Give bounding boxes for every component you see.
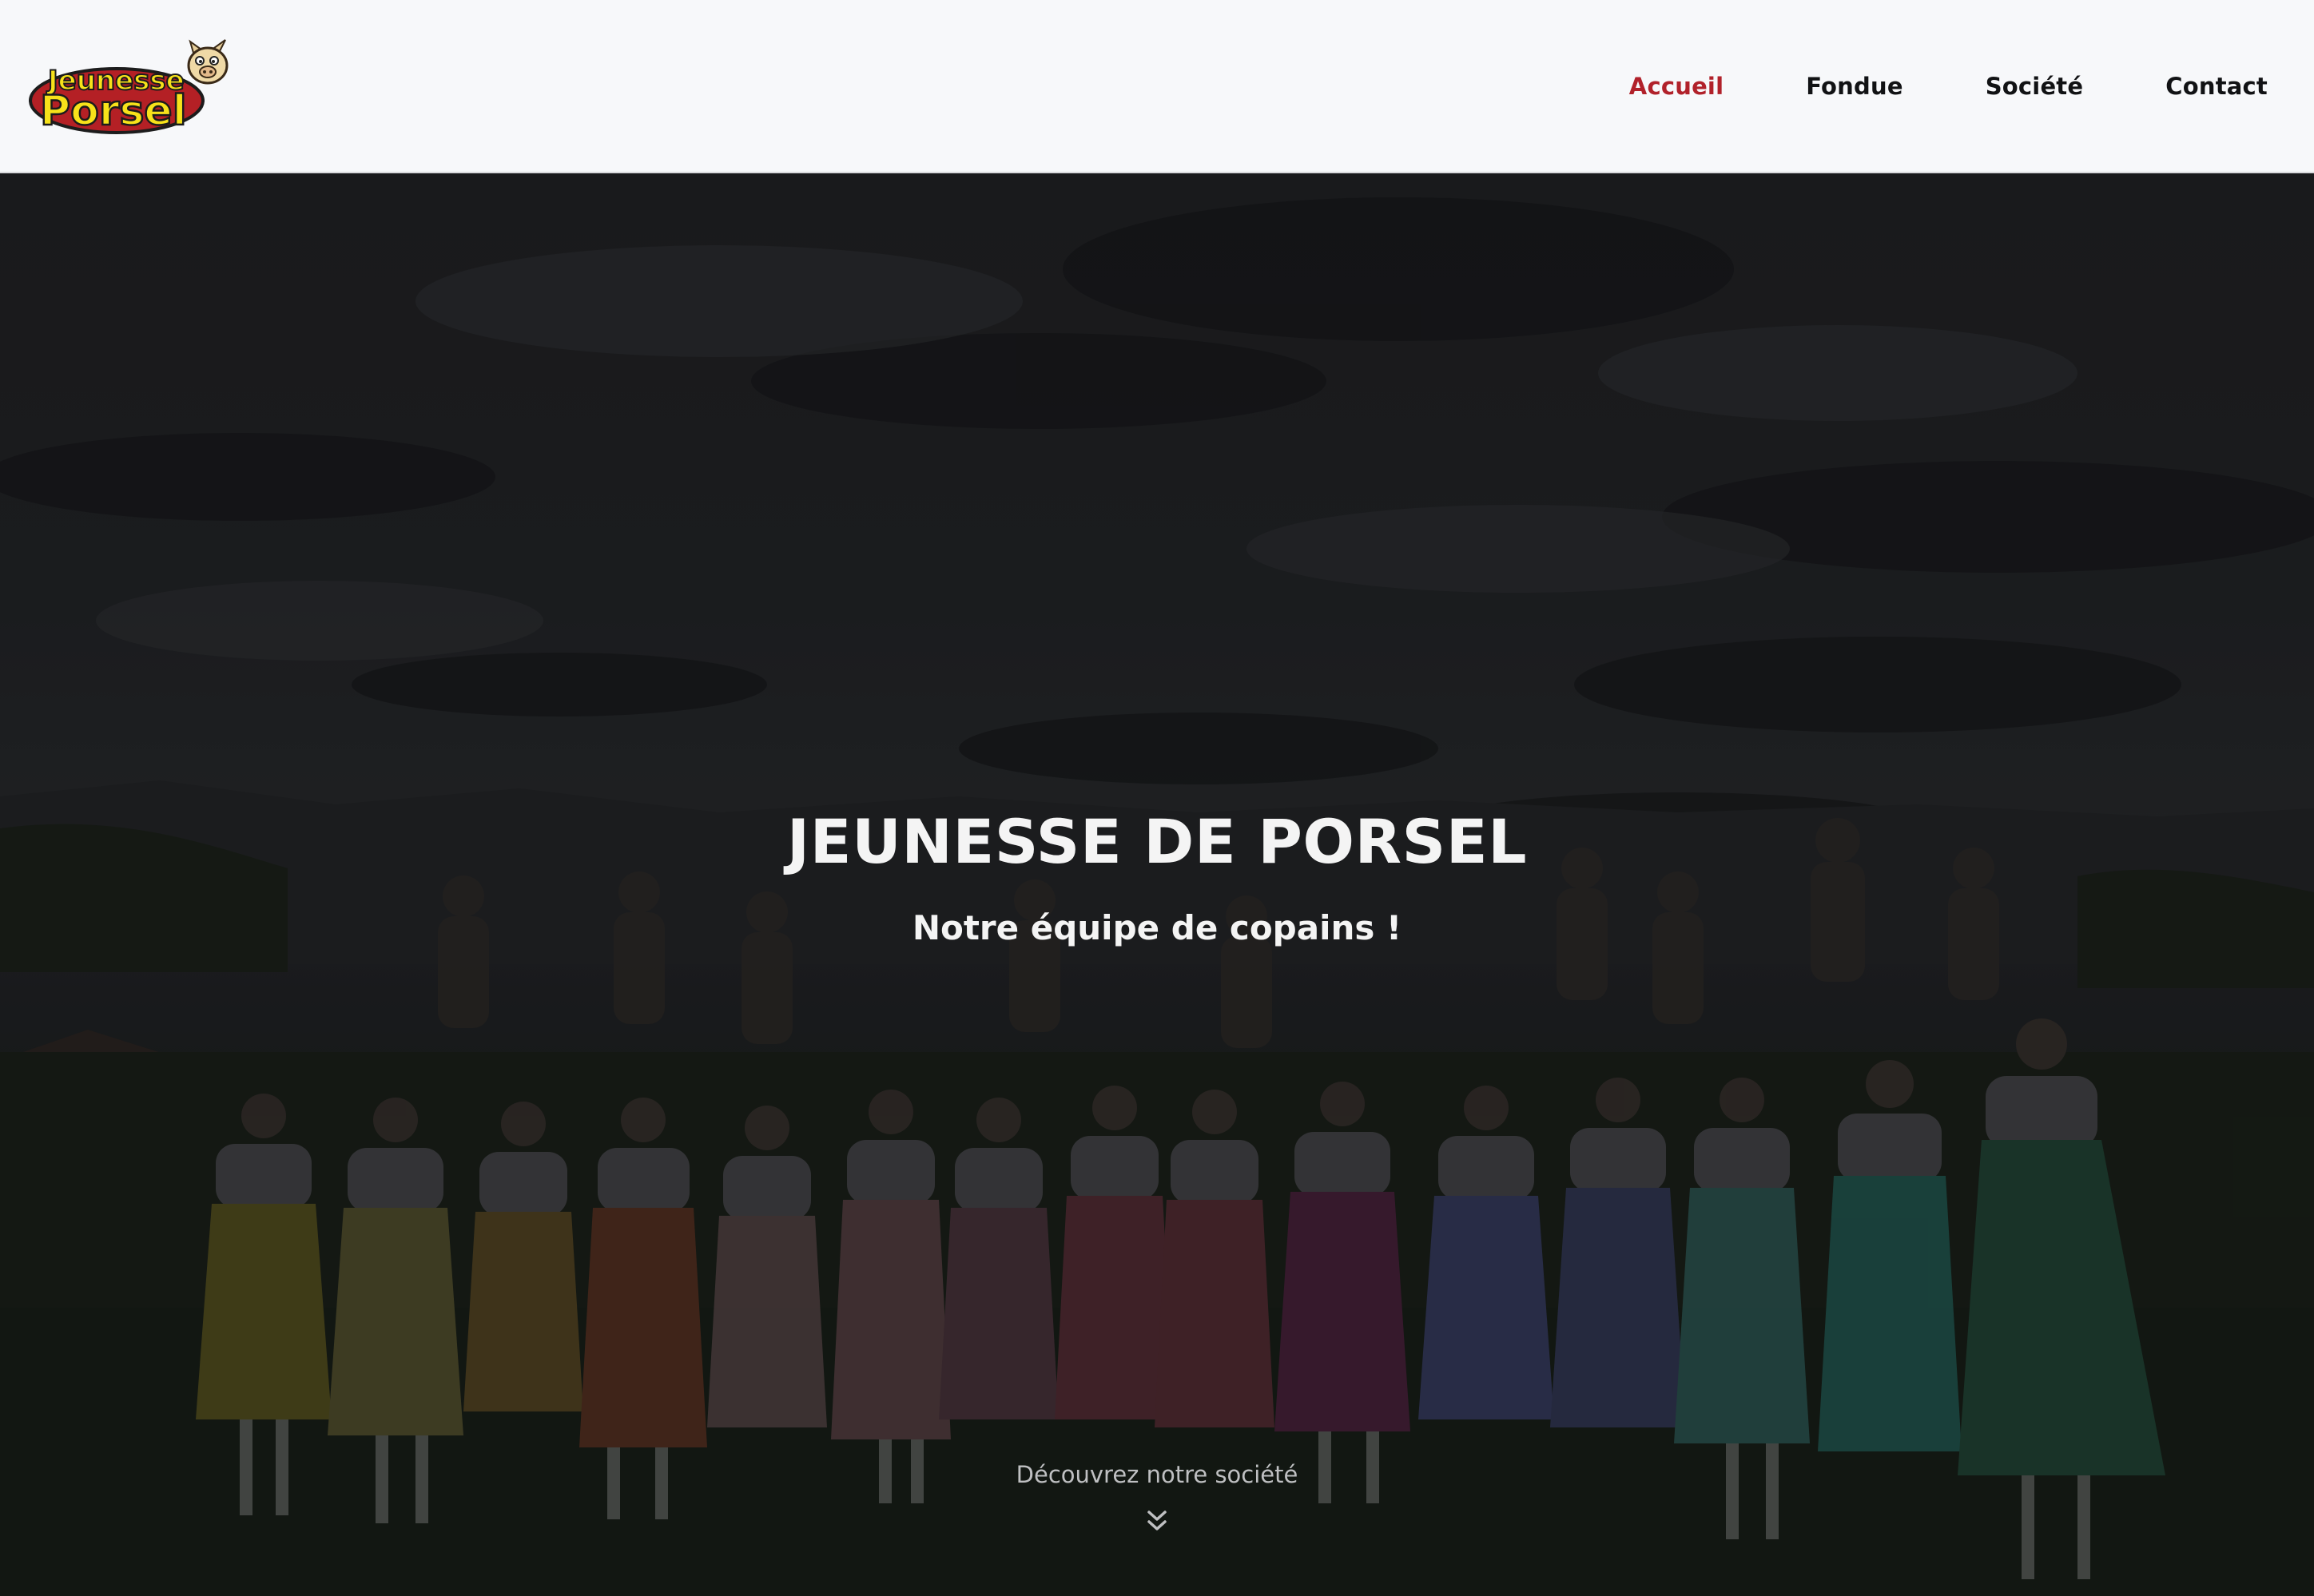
pig-mascot-logo-icon: Jeunesse Porsel [29,38,229,136]
main-nav: Accueil Fondue Société Contact [1547,73,2268,100]
hero-overlay [0,173,2314,1596]
navbar: Jeunesse Porsel Accueil Fondue Société C… [0,0,2314,173]
nav-link-fondue[interactable]: Fondue [1806,73,1902,100]
logo-line2: Porsel [40,87,187,135]
site-logo[interactable]: Jeunesse Porsel [27,35,235,137]
nav-link-societe[interactable]: Société [1986,73,2084,100]
hero-section: JEUNESSE DE PORSEL Notre équipe de copai… [0,173,2314,1596]
hero-title: JEUNESSE DE PORSEL [786,806,1528,877]
discover-link[interactable]: Découvrez notre société [0,1461,2314,1488]
nav-link-contact[interactable]: Contact [2165,73,2268,100]
nav-link-accueil[interactable]: Accueil [1629,73,1724,100]
hero-subtitle: Notre équipe de copains ! [912,908,1402,947]
double-chevron-down-icon[interactable] [1144,1507,1170,1536]
